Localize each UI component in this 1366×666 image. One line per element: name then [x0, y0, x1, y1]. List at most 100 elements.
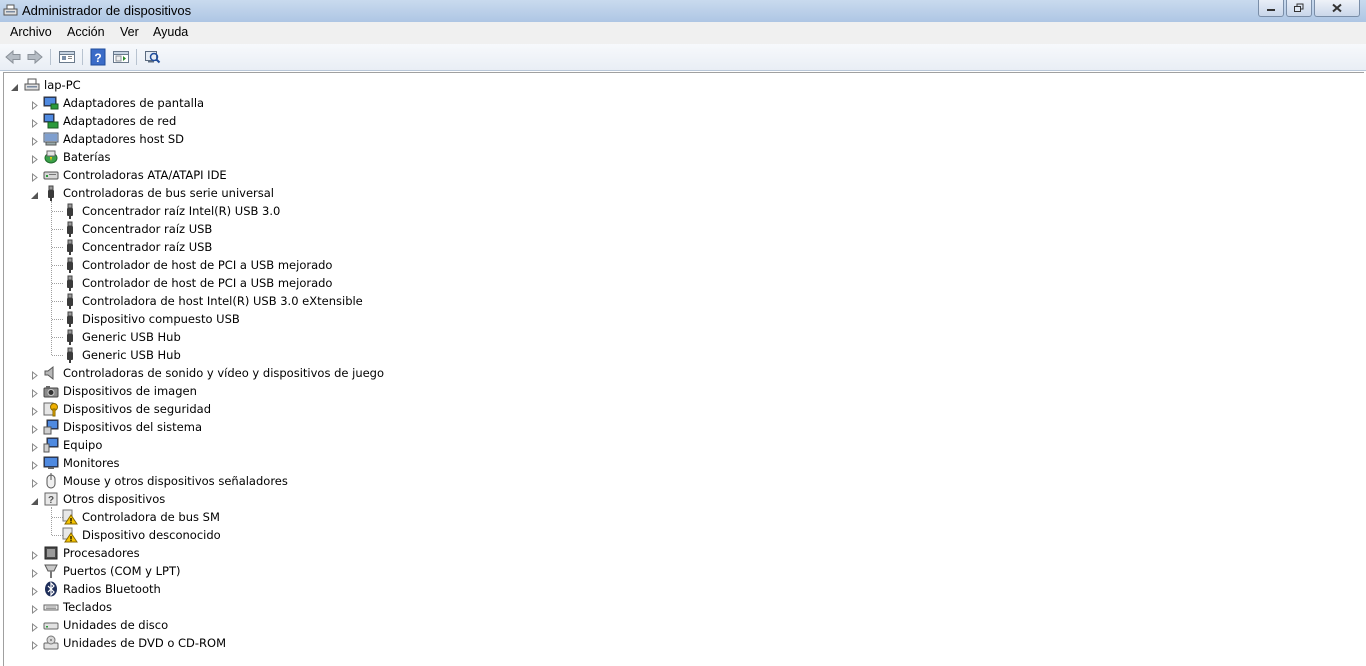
expand-arrow-icon[interactable] [30, 603, 39, 615]
tree-category[interactable]: Unidades de DVD o CD-ROM [4, 634, 1354, 652]
device-tree[interactable]: lap-PC Adaptadores de pantalla Adaptadores… [3, 72, 1364, 666]
expand-arrow-icon[interactable] [30, 387, 39, 399]
tree-category[interactable]: Unidades de disco [4, 616, 1354, 634]
expand-arrow-icon[interactable] [30, 477, 39, 489]
menu-accion[interactable]: Acción [67, 25, 105, 39]
usb-icon [43, 185, 59, 201]
tree-device-item[interactable]: Dispositivo desconocido [4, 526, 1354, 544]
usb-icon [62, 329, 78, 345]
tree-node-label: Dispositivo desconocido [82, 528, 221, 542]
tree-root-node[interactable]: lap-PC [4, 76, 1354, 94]
tree-category[interactable]: Controladoras de sonido y vídeo y dispos… [4, 364, 1354, 382]
tree-category[interactable]: Controladoras ATA/ATAPI IDE [4, 166, 1354, 184]
tree-category[interactable]: Dispositivos de seguridad [4, 400, 1354, 418]
camera-icon [43, 383, 59, 399]
expand-arrow-icon[interactable] [30, 459, 39, 471]
tree-category[interactable]: Equipo [4, 436, 1354, 454]
warning-device-icon [62, 527, 78, 543]
toolbar-separator [82, 49, 83, 65]
tree-node-label: Adaptadores de pantalla [63, 96, 205, 110]
tree-device-item[interactable]: Generic USB Hub [4, 328, 1354, 346]
expand-arrow-icon[interactable] [30, 639, 39, 651]
tree-category[interactable]: Monitores [4, 454, 1354, 472]
expand-arrow-icon[interactable] [30, 585, 39, 597]
expand-arrow-icon[interactable] [30, 441, 39, 453]
tree-category[interactable]: Procesadores [4, 544, 1354, 562]
tree-device-item[interactable]: Dispositivo compuesto USB [4, 310, 1354, 328]
minimize-icon [1267, 9, 1275, 11]
tree-node-label: Controladora de bus SM [82, 510, 220, 524]
menu-ayuda[interactable]: Ayuda [153, 25, 188, 39]
speaker-icon [43, 365, 59, 381]
tree-category[interactable]: Dispositivos del sistema [4, 418, 1354, 436]
svg-text:?: ? [48, 495, 54, 506]
expand-arrow-icon[interactable] [30, 567, 39, 579]
toolbar: ? [0, 44, 1366, 71]
forward-arrow-icon[interactable] [26, 48, 44, 66]
warning-device-icon [62, 509, 78, 525]
tree-node-label: Mouse y otros dispositivos señaladores [63, 474, 288, 488]
tree-category[interactable]: Adaptadores host SD [4, 130, 1354, 148]
mouse-icon [43, 473, 59, 489]
close-button[interactable] [1314, 0, 1360, 17]
tree-node-label: Dispositivos del sistema [63, 420, 202, 434]
tree-category[interactable]: ? Otros dispositivos [4, 490, 1354, 508]
tree-node-label: Unidades de disco [63, 618, 169, 632]
usb-icon [62, 257, 78, 273]
tree-node-label: Otros dispositivos [63, 492, 166, 506]
tree-category[interactable]: Baterías [4, 148, 1354, 166]
menu-ver[interactable]: Ver [120, 25, 139, 39]
tree-category[interactable]: Controladoras de bus serie universal [4, 184, 1354, 202]
expand-arrow-icon[interactable] [30, 135, 39, 147]
tree-node-label: Adaptadores de red [63, 114, 177, 128]
system-device-icon [43, 419, 59, 435]
tree-device-item[interactable]: Controlador de host de PCI a USB mejorad… [4, 256, 1354, 274]
expand-arrow-icon[interactable] [30, 153, 39, 165]
tree-node-label: lap-PC [44, 78, 81, 92]
expand-arrow-icon[interactable] [30, 117, 39, 129]
tree-category[interactable]: Puertos (COM y LPT) [4, 562, 1354, 580]
expand-arrow-icon[interactable] [30, 171, 39, 183]
device-manager-app-icon[interactable] [3, 3, 18, 18]
properties-icon[interactable] [58, 48, 76, 66]
expand-arrow-icon[interactable] [30, 369, 39, 381]
tree-connector [51, 507, 52, 535]
collapse-arrow-icon[interactable] [30, 495, 39, 505]
tree-device-item[interactable]: Controladora de host Intel(R) USB 3.0 eX… [4, 292, 1354, 310]
tree-category[interactable]: Dispositivos de imagen [4, 382, 1354, 400]
tree-node-label: Puertos (COM y LPT) [63, 564, 181, 578]
usb-icon [62, 203, 78, 219]
restore-icon [1294, 3, 1304, 12]
tree-category[interactable]: Teclados [4, 598, 1354, 616]
restore-button[interactable] [1286, 0, 1312, 17]
tree-node-label: Generic USB Hub [82, 348, 181, 362]
tree-device-item[interactable]: Concentrador raíz USB [4, 238, 1354, 256]
usb-icon [62, 239, 78, 255]
tree-device-item[interactable]: Generic USB Hub [4, 346, 1354, 364]
tree-device-item[interactable]: Concentrador raíz USB [4, 220, 1354, 238]
expand-arrow-icon[interactable] [30, 405, 39, 417]
minimize-button[interactable] [1258, 0, 1284, 17]
show-hide-tree-icon[interactable] [112, 48, 130, 66]
tree-device-item[interactable]: Controladora de bus SM [4, 508, 1354, 526]
expand-arrow-icon[interactable] [30, 621, 39, 633]
computer-icon [43, 437, 59, 453]
tree-category[interactable]: Adaptadores de red [4, 112, 1354, 130]
help-icon[interactable]: ? [89, 48, 107, 66]
title-bar[interactable]: Administrador de dispositivos [0, 0, 1366, 22]
tree-category[interactable]: Radios Bluetooth [4, 580, 1354, 598]
collapse-arrow-icon[interactable] [10, 81, 19, 91]
back-arrow-icon[interactable] [4, 48, 22, 66]
expand-arrow-icon[interactable] [30, 423, 39, 435]
tree-category[interactable]: Mouse y otros dispositivos señaladores [4, 472, 1354, 490]
expand-arrow-icon[interactable] [30, 549, 39, 561]
dvd-drive-icon [43, 635, 59, 651]
tree-device-item[interactable]: Concentrador raíz Intel(R) USB 3.0 [4, 202, 1354, 220]
scan-hardware-icon[interactable] [143, 48, 161, 66]
expand-arrow-icon[interactable] [30, 99, 39, 111]
menu-archivo[interactable]: Archivo [10, 25, 52, 39]
tree-node-label: Concentrador raíz USB [82, 240, 213, 254]
collapse-arrow-icon[interactable] [30, 189, 39, 199]
tree-device-item[interactable]: Controlador de host de PCI a USB mejorad… [4, 274, 1354, 292]
tree-category[interactable]: Adaptadores de pantalla [4, 94, 1354, 112]
